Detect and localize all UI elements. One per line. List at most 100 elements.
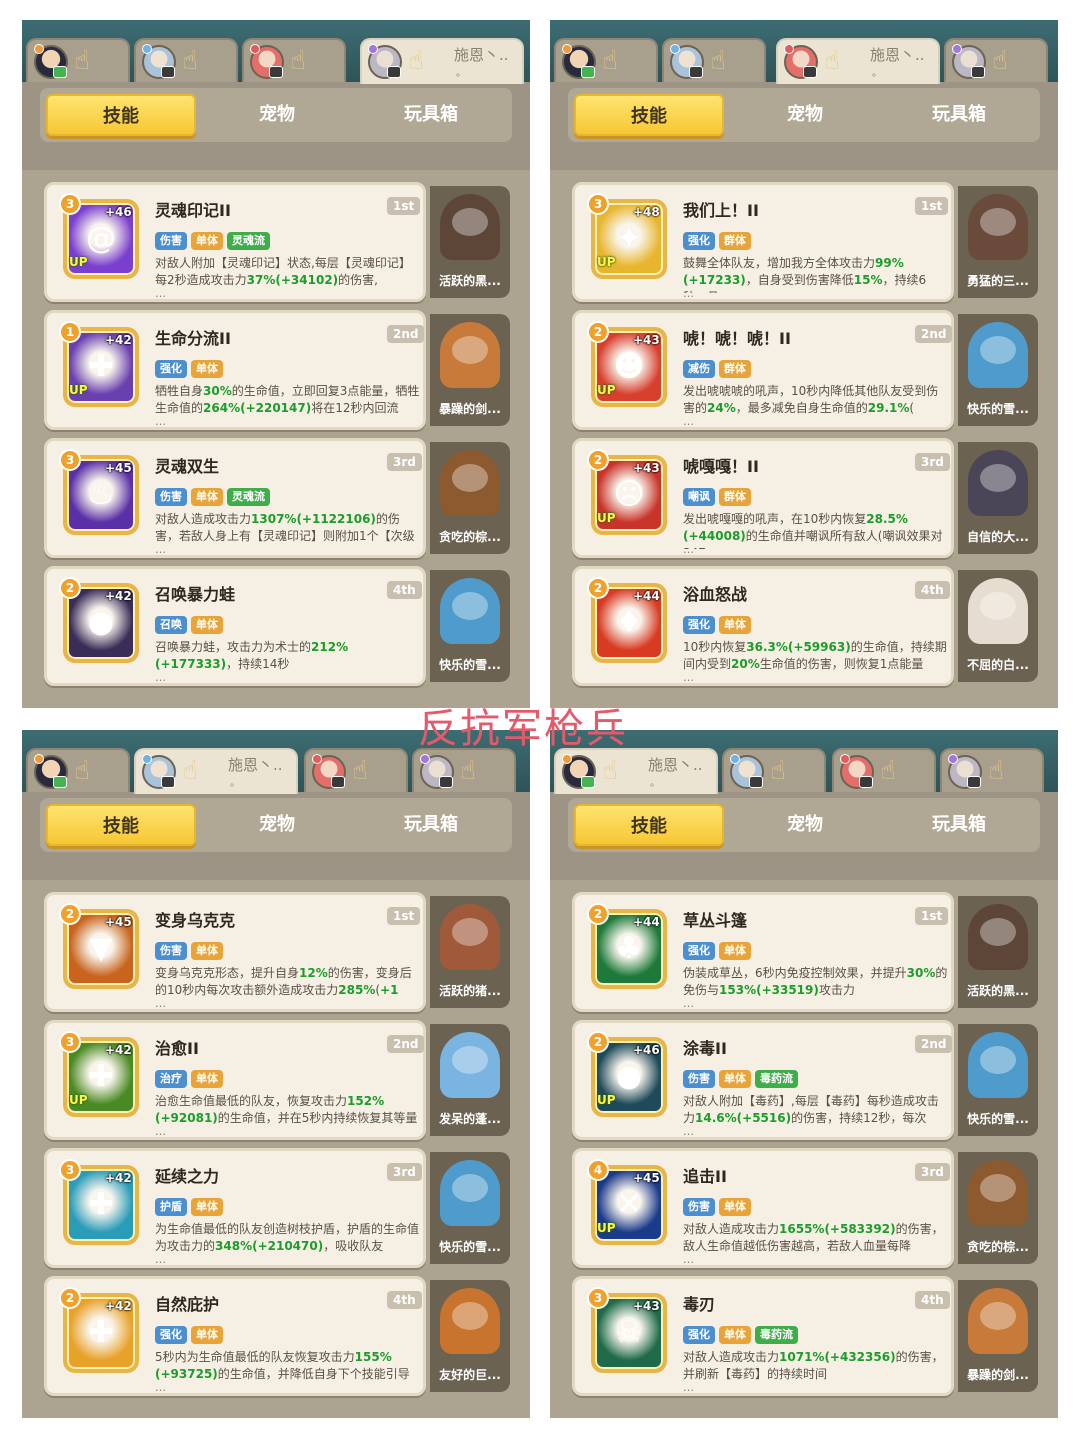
character-tab[interactable]: ☝ 施恩丶.. 。 xyxy=(134,748,298,794)
tab-skills[interactable]: 技能 xyxy=(46,804,196,846)
golden-cross-icon[interactable]: ✚ 2 +42 xyxy=(59,1287,139,1373)
character-tab[interactable]: ☝ xyxy=(304,748,408,792)
skill-card[interactable]: ♦ 2 +44 浴血怒战 4th 强化 单体 10秒内恢复36.3%(+59963)的生命值，… xyxy=(572,566,954,686)
assigned-pet[interactable]: 贪吃的棕... xyxy=(430,442,510,554)
skill-level-badge: 2 xyxy=(59,903,81,925)
blood-fire-icon[interactable]: ♦ 2 +44 xyxy=(587,577,667,663)
assigned-pet[interactable]: 暴躁的剑... xyxy=(958,1280,1038,1392)
purple-cross-icon[interactable]: ✚ 1 +42 UP xyxy=(59,321,139,407)
pet-figure-icon xyxy=(440,1032,500,1098)
tab-pets[interactable]: 宠物 xyxy=(202,94,352,136)
skill-card[interactable]: ☻ 2 +43 UP 唬！唬！唬！II 2nd 减伤 群体 发出唬唬唬的吼声，10秒内降低其他队… xyxy=(572,310,954,430)
tab-toybox[interactable]: 玩具箱 xyxy=(356,94,506,136)
pet-figure-icon xyxy=(440,1160,500,1226)
upgrade-indicator: UP xyxy=(597,255,616,269)
tab-pets[interactable]: 宠物 xyxy=(730,804,880,846)
pointing-hand-icon: ☝ xyxy=(182,756,198,786)
character-tab[interactable]: ☝ 施恩丶.. 。 xyxy=(776,38,940,84)
purple-flame-icon[interactable]: ♨ 3 +45 xyxy=(59,449,139,535)
tab-skills[interactable]: 技能 xyxy=(46,94,196,136)
skill-row: ✕ 4 +45 UP 追击II 3rd 伤害 单体 对敌人造成攻击力1655%(+583392)… xyxy=(572,1148,1038,1268)
character-tab[interactable]: ☝ xyxy=(944,38,1048,82)
chase-strike-icon[interactable]: ✕ 4 +45 UP xyxy=(587,1159,667,1245)
skill-card[interactable]: @3 +46 UP 灵魂印记II 1st 伤害 单体 灵魂流 对敌人附加【灵魂印记】状态,每层【… xyxy=(44,182,426,302)
purple-swirl-icon[interactable]: @3 +46 UP xyxy=(59,193,139,279)
pointing-hand-icon: ☝ xyxy=(74,756,90,786)
pet-figure-icon xyxy=(440,450,500,516)
character-tab[interactable]: ☝ 施恩丶.. 。 xyxy=(360,38,524,84)
skill-icon-glyph: ✚ xyxy=(88,1187,114,1222)
assigned-pet[interactable]: 友好的巨... xyxy=(430,1280,510,1392)
angry-face-icon[interactable]: ☹ 2 +43 UP xyxy=(587,449,667,535)
tab-skills[interactable]: 技能 xyxy=(574,804,724,846)
character-tab[interactable]: ☝ xyxy=(722,748,826,792)
assigned-pet[interactable]: 快乐的雪... xyxy=(430,1152,510,1264)
skill-card[interactable]: ✚ 3 +42 UP 治愈II 2nd 治疗 单体 治愈生命值最低的队友，恢复攻击力152%(+… xyxy=(44,1020,426,1140)
blue-shield-cross-icon[interactable]: ✚ 3 +42 xyxy=(59,1159,139,1245)
assigned-pet[interactable]: 暴躁的剑... xyxy=(430,314,510,426)
skill-card[interactable]: ♨ 3 +45 灵魂双生 3rd 伤害 单体 灵魂流 对敌人造成攻击力1307%(+112210… xyxy=(44,438,426,558)
skill-card[interactable]: ✦ 3 +48 UP 我们上！II 1st 强化 群体 鼓舞全体队友，增加我方全体攻击力99%(… xyxy=(572,182,954,302)
poison-drop-icon[interactable]: ● 2 +46 UP xyxy=(587,1031,667,1117)
assigned-pet[interactable]: 活跃的黑... xyxy=(430,186,510,298)
character-tab[interactable]: ☝ 施恩丶.. 。 xyxy=(554,748,718,794)
tab-toybox[interactable]: 玩具箱 xyxy=(884,94,1034,136)
skill-card[interactable]: ● 2 +46 UP 涂毒II 2nd 伤害 单体 毒药流 对敌人附加【毒药】,每层【毒药】每秒造… xyxy=(572,1020,954,1140)
character-tab[interactable]: ☝ xyxy=(134,38,238,82)
assigned-pet[interactable]: 快乐的雪... xyxy=(958,1024,1038,1136)
class-badge-icon xyxy=(420,754,430,764)
upgrade-indicator: UP xyxy=(69,383,88,397)
tab-skills[interactable]: 技能 xyxy=(574,94,724,136)
skill-icon-glyph: ▼ xyxy=(89,931,113,966)
shouting-face-icon[interactable]: ☻ 2 +43 UP xyxy=(587,321,667,407)
skill-card[interactable]: ✕ 4 +45 UP 追击II 3rd 伤害 单体 对敌人造成攻击力1655%(+583392)… xyxy=(572,1148,954,1268)
character-tab[interactable]: ☝ xyxy=(26,748,130,792)
skill-name: 延续之力 xyxy=(155,1167,220,1186)
skill-card[interactable]: ♣ 2 +44 草丛斗篷 1st 强化 单体 伪装成草丛，6秒内免疫控制效果，并提升30%的免… xyxy=(572,892,954,1012)
skill-card[interactable]: ☠ 3 +43 毒刃 4th 强化 单体 毒药流 对敌人造成攻击力1071%(+432356)的… xyxy=(572,1276,954,1396)
dark-frog-icon[interactable]: ● 2 +42 xyxy=(59,577,139,663)
assigned-pet[interactable]: 勇猛的三... xyxy=(958,186,1038,298)
character-tab[interactable]: ☝ xyxy=(412,748,516,792)
skill-card[interactable]: ✚ 2 +42 自然庇护 4th 强化 单体 5秒内为生命值最低的队友恢复攻击力155%(+9… xyxy=(44,1276,426,1396)
character-tab[interactable]: ☝ xyxy=(940,748,1044,792)
class-badge-icon xyxy=(34,754,44,764)
tab-toybox[interactable]: 玩具箱 xyxy=(356,804,506,846)
character-tab[interactable]: ☝ xyxy=(662,38,766,82)
assigned-pet[interactable]: 活跃的猪... xyxy=(430,896,510,1008)
skill-tag: 单体 xyxy=(191,360,223,378)
green-heal-cross-icon[interactable]: ✚ 3 +42 UP xyxy=(59,1031,139,1117)
skill-card[interactable]: ▼ 2 +45 变身乌克克 1st 伤害 单体 变身乌克克形态，提升自身12%的伤害，变身后的… xyxy=(44,892,426,1012)
more-ellipsis: … xyxy=(155,1253,166,1266)
skill-card[interactable]: ✚ 1 +42 UP 生命分流II 2nd 强化 单体 牺牲自身30%的生命值，立即回复3点能量… xyxy=(44,310,426,430)
assigned-pet[interactable]: 快乐的雪... xyxy=(958,314,1038,426)
war-cry-icon[interactable]: ✦ 3 +48 UP xyxy=(587,193,667,279)
skill-level-badge: 2 xyxy=(587,1031,609,1053)
chat-status-icon xyxy=(387,66,401,78)
tab-pets[interactable]: 宠物 xyxy=(730,94,880,136)
class-badge-icon xyxy=(368,44,378,54)
skill-card[interactable]: ☹ 2 +43 UP 唬嘎嘎！II 3rd 嘲讽 群体 发出唬嘎嘎的吼声，在10秒内恢复28.5… xyxy=(572,438,954,558)
tab-pets[interactable]: 宠物 xyxy=(202,804,352,846)
character-tab[interactable]: ☝ xyxy=(832,748,936,792)
skill-level-badge: 3 xyxy=(59,1031,81,1053)
tab-toybox[interactable]: 玩具箱 xyxy=(884,804,1034,846)
assigned-pet[interactable]: 活跃的黑... xyxy=(958,896,1038,1008)
character-tab-strip: ☝ ☝ ☝ 施恩丶.. 。 ☝ xyxy=(550,20,1058,84)
assigned-pet[interactable]: 自信的大... xyxy=(958,442,1038,554)
skill-card[interactable]: ● 2 +42 召唤暴力蛙 4th 召唤 单体 召唤暴力蛙，攻击力为术士的212%(+1773… xyxy=(44,566,426,686)
assigned-pet[interactable]: 不屈的白... xyxy=(958,570,1038,682)
character-tab[interactable]: ☝ xyxy=(242,38,346,82)
owl-transform-icon[interactable]: ▼ 2 +45 xyxy=(59,903,139,989)
skill-order-badge: 4th xyxy=(915,1291,950,1309)
character-tab[interactable]: ☝ xyxy=(554,38,658,82)
assigned-pet[interactable]: 发呆的蓬... xyxy=(430,1024,510,1136)
assigned-pet[interactable]: 快乐的雪... xyxy=(430,570,510,682)
assigned-pet[interactable]: 贪吃的棕... xyxy=(958,1152,1038,1264)
poison-skull-icon[interactable]: ☠ 3 +43 xyxy=(587,1287,667,1373)
character-tab[interactable]: ☝ xyxy=(26,38,130,82)
skill-icon-glyph: ✚ xyxy=(88,1059,114,1094)
bush-cloak-icon[interactable]: ♣ 2 +44 xyxy=(587,903,667,989)
skill-card[interactable]: ✚ 3 +42 延续之力 3rd 护盾 单体 为生命值最低的队友创造树枝护盾，护盾的生命值为攻… xyxy=(44,1148,426,1268)
skill-order-badge: 4th xyxy=(387,581,422,599)
